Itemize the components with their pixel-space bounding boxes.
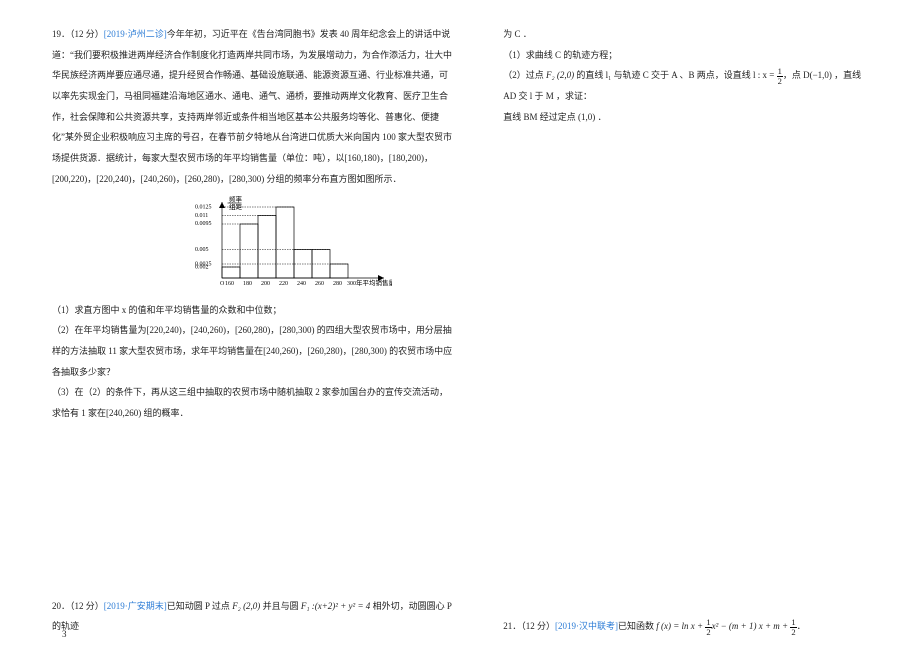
q19-sub3: （3）在（2）的条件下，再从这三组中抽取的农贸市场中随机抽取 2 家参加国台办的… <box>52 382 455 423</box>
xcat-180: 180 <box>243 281 252 287</box>
q20s2-f2: F₂ (2,0) <box>546 70 574 80</box>
ytick-0.005: 0.005 <box>195 247 209 253</box>
xcat-280: 280 <box>333 281 342 287</box>
xcat-200: 200 <box>261 281 270 287</box>
q20-source: [2019·广安期末] <box>104 601 167 611</box>
q20s2-mid1: 的直线 l₁ 与轨迹 C 交于 A 、B 两点，设直线 l : x = <box>574 70 776 80</box>
xcat-240: 240 <box>297 281 306 287</box>
q21-tail: ． <box>797 621 806 631</box>
xcat-220: 220 <box>279 281 288 287</box>
q21-source: [2019·汉中联考] <box>555 621 618 631</box>
q19-label: 19．（12 分） <box>52 29 104 39</box>
ytick-0.011: 0.011 <box>195 213 208 219</box>
problem-19: 19．（12 分）[2019·泸州二诊]今年年初，习近平在《告台湾同胞书》发表 … <box>52 24 455 190</box>
problem-20: 20．（12 分）[2019·广安期末]已知动圆 P 过点 F₂ (2,0) 并… <box>52 596 455 637</box>
q20-f1: F₁ :(x+2)² + y² = 4 <box>301 601 370 611</box>
problem-21: 21．（12 分）[2019·汉中联考]已知函数 f (x) = ln x + … <box>503 616 868 637</box>
q20-sub2-line2: 直线 BM 经过定点 (1,0) ． <box>503 107 868 128</box>
x-axis-label: 年平均销售量/吨 <box>356 278 392 287</box>
q21-pre: 已知函数 <box>618 621 656 631</box>
q21-label: 21．（12 分） <box>503 621 555 631</box>
ytick-0.0025: 0.0025 <box>195 261 212 267</box>
q19-text: 今年年初，习近平在《告台湾同胞书》发表 40 周年纪念会上的讲话中说道：“我们要… <box>52 29 452 184</box>
ytick-0.0125: 0.0125 <box>195 204 212 210</box>
q20-continue: 为 C ． <box>503 24 868 45</box>
q20-mid: 并且与圆 <box>260 601 301 611</box>
q19-sub1: （1）求直方图中 x 的值和年平均销售量的众数和中位数； <box>52 300 455 321</box>
q20-f2: F₂ (2,0) <box>232 601 260 611</box>
y-title-2: 组距 <box>229 202 243 211</box>
y-title-1: 频率 <box>229 196 243 204</box>
q20s2-pre: （2）过点 <box>503 70 546 80</box>
q20-text-pre: 已知动圆 P 过点 <box>167 601 232 611</box>
xcat-260: 260 <box>315 281 324 287</box>
q19-sub2: （2）在年平均销售量为[220,240)，[240,260)，[260,280)… <box>52 320 455 382</box>
ytick-0.0095: 0.0095 <box>195 221 212 227</box>
q20-sub2: （2）过点 F₂ (2,0) 的直线 l₁ 与轨迹 C 交于 A 、B 两点，设… <box>503 65 868 106</box>
page-number: 3 <box>62 624 67 645</box>
q19-source: [2019·泸州二诊] <box>104 29 167 39</box>
histogram-chart: 0.002 0.0025 0.005 0.0095 0.011 0.0125 O… <box>192 196 392 292</box>
xcat-300: 300 <box>347 281 356 287</box>
q21-eq-before: f (x) = ln x + <box>656 621 705 631</box>
q21-eq-mid: x² − (m + 1) x + m + <box>712 621 791 631</box>
q20-sub1: （1）求曲线 C 的轨迹方程； <box>503 45 868 66</box>
q20-label: 20．（12 分） <box>52 601 104 611</box>
xcat-160: 160 <box>225 281 234 287</box>
